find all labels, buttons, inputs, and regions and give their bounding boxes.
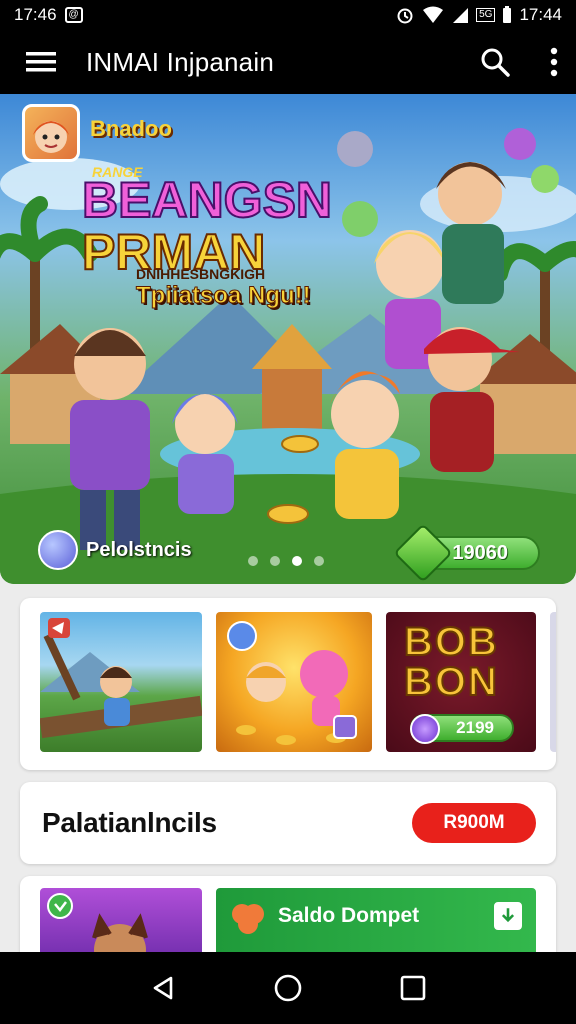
nav-home-button[interactable] xyxy=(264,964,312,1012)
hero-avatar xyxy=(22,104,80,162)
bonus-word-line2: BON xyxy=(403,660,499,704)
wallet-amount-button[interactable]: R900M xyxy=(412,803,536,843)
network-badge: 5G xyxy=(476,8,496,22)
carousel-dots xyxy=(248,556,324,566)
signal-icon xyxy=(453,8,469,23)
bonus-word: BOB BON xyxy=(403,620,499,704)
carousel-dot[interactable] xyxy=(270,556,280,566)
screen: 17:46 @ 5G 17:44 INMAI Injpanain Bnadoo … xyxy=(0,0,576,1024)
hero-brand: Bnadoo xyxy=(90,116,172,141)
wallet-icon xyxy=(232,904,264,934)
hero-subtitle-line2: Tpiiatsoa Ngu!! xyxy=(136,282,312,310)
status-bar: 17:46 @ 5G 17:44 xyxy=(0,0,576,30)
games-card: BOB BON 2199 xyxy=(20,598,556,770)
coins-scene xyxy=(227,621,357,745)
search-icon[interactable] xyxy=(480,47,510,77)
app-title: INMAI Injpanain xyxy=(86,46,274,77)
nav-recents-button[interactable] xyxy=(389,964,437,1012)
carousel-dot[interactable] xyxy=(314,556,324,566)
menu-icon[interactable] xyxy=(26,51,56,73)
saldo-dompet-label: Saldo Dompet xyxy=(278,904,420,927)
carousel-dot[interactable] xyxy=(248,556,258,566)
hero-banner[interactable]: Bnadoo RANGE BEANGSN PRMAN DNIHHESBNGKIG… xyxy=(0,94,576,584)
game-thumb-bonus[interactable]: BOB BON 2199 xyxy=(386,612,536,752)
nav-back-button[interactable] xyxy=(139,964,187,1012)
reward-pill[interactable]: 19060 xyxy=(393,523,540,583)
wallet-title: Palatianlncils xyxy=(42,807,217,838)
wifi-icon xyxy=(423,6,444,23)
game-thumb-coins[interactable] xyxy=(216,612,372,752)
hero-subtitle-line1: DNIHHESBNGKIGH xyxy=(136,266,266,282)
purple-gem-icon xyxy=(410,714,440,744)
more-options-icon[interactable] xyxy=(550,47,558,77)
bonus-value: 2199 xyxy=(456,718,494,737)
status-clock: 17:44 xyxy=(519,5,562,24)
bonus-word-line1: BOB xyxy=(403,620,499,664)
download-icon[interactable] xyxy=(494,902,522,930)
hero-profile-label: Pelolstncis xyxy=(86,538,192,561)
hero-profile-chip[interactable]: Pelolstncis xyxy=(38,530,192,570)
avatar-face-icon xyxy=(33,121,69,153)
bonus-value-pill: 2199 xyxy=(410,714,514,744)
notification-icon: @ xyxy=(64,7,83,23)
recents-icon xyxy=(401,975,426,1001)
hero-title-line1: BEANGSN xyxy=(81,172,333,228)
game-thumb-adventure[interactable] xyxy=(40,612,202,752)
alarm-icon xyxy=(397,8,413,24)
carousel-dot-active[interactable] xyxy=(292,556,302,566)
back-icon xyxy=(153,976,172,1000)
system-nav-bar xyxy=(0,952,576,1024)
wallet-card: Palatianlncils R900M xyxy=(20,782,556,864)
app-bar: INMAI Injpanain xyxy=(0,30,576,94)
hero-subtitle: DNIHHESBNGKIGH Tpiiatsoa Ngu!! xyxy=(136,266,312,310)
adventure-scene xyxy=(40,618,202,739)
home-icon xyxy=(274,974,302,1002)
game-thumb-partial[interactable] xyxy=(550,612,556,752)
gem-icon xyxy=(38,530,78,570)
battery-icon xyxy=(503,6,512,23)
reward-value: 19060 xyxy=(452,541,508,564)
status-time: 17:46 xyxy=(14,5,57,24)
